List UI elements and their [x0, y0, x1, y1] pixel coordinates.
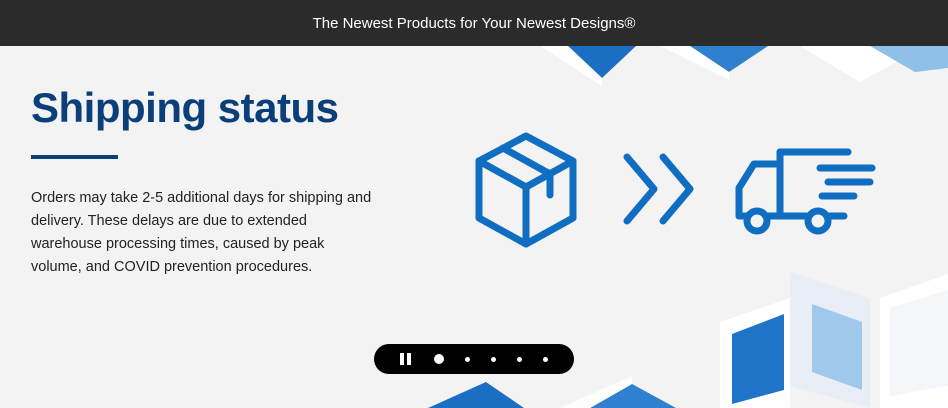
promo-message[interactable]: The Newest Products for Your Newest Desi…: [313, 15, 636, 32]
carousel-dot-5[interactable]: [543, 356, 548, 362]
shipping-description: Orders may take 2-5 additional days for …: [31, 190, 372, 275]
carousel-dot-3[interactable]: [491, 356, 496, 362]
carousel-dot-2[interactable]: [465, 356, 470, 362]
carousel-dot-4[interactable]: [517, 356, 522, 362]
carousel-controls: [374, 344, 574, 374]
promo-top-bar: The Newest Products for Your Newest Desi…: [0, 0, 948, 46]
shipping-status-banner: Shipping status Orders may take 2-5 addi…: [0, 46, 948, 408]
page-title: Shipping status: [31, 84, 339, 131]
carousel-dot-1[interactable]: [434, 354, 444, 364]
pause-icon[interactable]: [400, 353, 412, 365]
delivery-truck-icon: [735, 148, 876, 235]
package-box-icon: [475, 132, 577, 248]
title-underline: [31, 155, 118, 159]
double-chevron-right-icon: [623, 153, 694, 225]
